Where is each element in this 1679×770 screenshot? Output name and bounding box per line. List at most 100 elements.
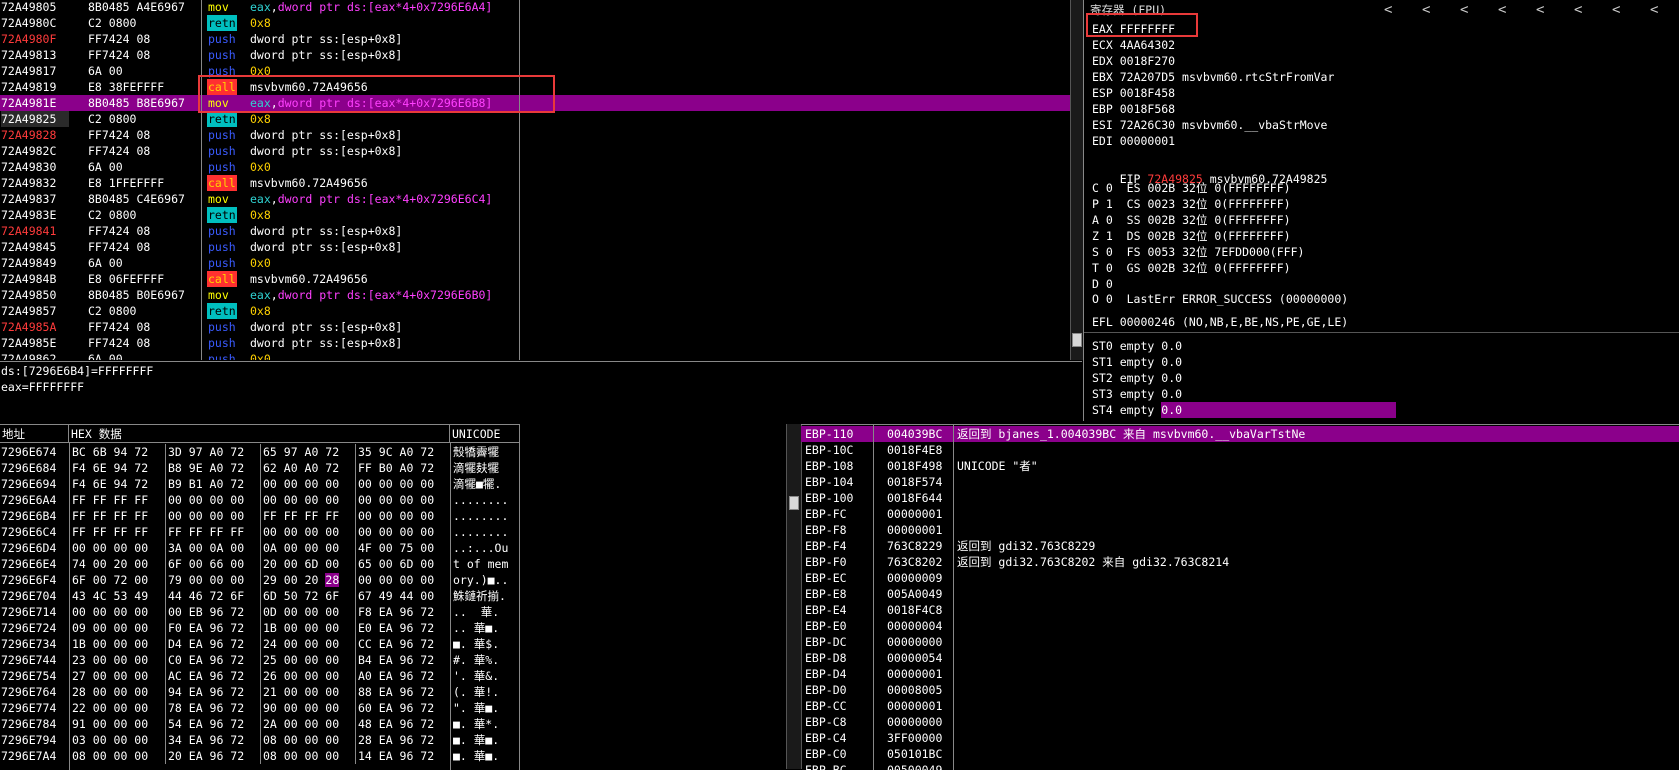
- disasm-row[interactable]: 72A49830 6A 00 push 0x0: [0, 159, 1070, 175]
- stack-row[interactable]: EBP-D4 00000001: [801, 666, 1679, 682]
- stack-row[interactable]: EBP-110 004039BC 返回到 bjanes_1.004039BC 来自 …: [801, 426, 1679, 442]
- dump-hex-group[interactable]: 00 00 00 00: [355, 572, 448, 588]
- stack-value[interactable]: 00000001: [887, 698, 951, 714]
- dump-hex-group-selected[interactable]: 29 00 20 28: [260, 572, 353, 588]
- stack-row[interactable]: EBP-C0 050101BC: [801, 746, 1679, 762]
- disasm-address[interactable]: 72A49813: [1, 47, 69, 63]
- stack-offset[interactable]: EBP-10C: [805, 442, 871, 458]
- dump-hex-group[interactable]: 28 00 00 00: [72, 684, 162, 700]
- stack-row[interactable]: EBP-DC 00000000: [801, 634, 1679, 650]
- dump-hex-group[interactable]: 27 00 00 00: [72, 668, 162, 684]
- dump-hex-group[interactable]: 23 00 00 00: [72, 652, 162, 668]
- flag-value[interactable]: 0: [1106, 261, 1113, 275]
- dump-hex-group[interactable]: 28 EA 96 72: [355, 732, 448, 748]
- disasm-row[interactable]: 72A49857 C2 0800 retn 0x8: [0, 303, 1070, 319]
- stack-value[interactable]: 00000004: [887, 618, 951, 634]
- dump-byte[interactable]: 29: [263, 573, 277, 587]
- stack-offset[interactable]: EBP-D4: [805, 666, 871, 682]
- disasm-row[interactable]: 72A49845 FF7424 08 push dword ptr ss:[esp+0…: [0, 239, 1070, 255]
- stack-offset[interactable]: EBP-E8: [805, 586, 871, 602]
- dump-byte[interactable]: 28: [325, 573, 340, 587]
- stack-value[interactable]: 763C8202: [887, 554, 951, 570]
- stack-row[interactable]: EBP-F4 763C8229 返回到 gdi32.763C8229: [801, 538, 1679, 554]
- stack-offset[interactable]: EBP-C4: [805, 730, 871, 746]
- disassembly-scrollbar[interactable]: [1070, 0, 1083, 360]
- stack-offset[interactable]: EBP-100: [805, 490, 871, 506]
- stack-value[interactable]: 0018F4E8: [887, 442, 951, 458]
- dump-address[interactable]: 7296E6A4: [1, 492, 68, 508]
- dump-hex-group[interactable]: 14 EA 96 72: [355, 748, 448, 764]
- stack-row[interactable]: EBP-D0 00008005: [801, 682, 1679, 698]
- dump-hex-group[interactable]: 65 00 6D 00: [355, 556, 448, 572]
- stack-offset[interactable]: EBP-E4: [805, 602, 871, 618]
- disasm-address[interactable]: 72A49837: [1, 191, 69, 207]
- disasm-address[interactable]: 72A49849: [1, 255, 69, 271]
- dump-hex-group[interactable]: 00 00 00 00: [72, 540, 162, 556]
- register-nav-arrow[interactable]: <: [1650, 2, 1658, 18]
- stack-row[interactable]: EBP-EC 00000009: [801, 570, 1679, 586]
- dump-row[interactable]: 7296E704 43 4C 53 49 44 46 72 6F 6D 50 72 6…: [0, 588, 520, 604]
- register-nav-arrow[interactable]: <: [1612, 2, 1620, 18]
- register-nav-arrow[interactable]: <: [1574, 2, 1582, 18]
- fpu-row[interactable]: ST0 empty 0.0: [1092, 338, 1182, 354]
- dump-hex-group[interactable]: 91 00 00 00: [72, 716, 162, 732]
- disasm-row[interactable]: 72A49817 6A 00 push 0x0: [0, 63, 1070, 79]
- dump-row[interactable]: 7296E6D4 00 00 00 00 3A 00 0A 00 0A 00 00 0…: [0, 540, 520, 556]
- dump-hex-group[interactable]: D4 EA 96 72: [165, 636, 258, 652]
- stack-offset[interactable]: EBP-110: [805, 426, 871, 442]
- dump-hex-group[interactable]: 08 00 00 00: [260, 748, 353, 764]
- stack-value[interactable]: 00000009: [887, 570, 951, 586]
- dump-hex-group[interactable]: 03 00 00 00: [72, 732, 162, 748]
- dump-hex-group[interactable]: 34 EA 96 72: [165, 732, 258, 748]
- register-nav-arrow[interactable]: <: [1422, 2, 1430, 18]
- stack-offset[interactable]: EBP-F4: [805, 538, 871, 554]
- dump-address[interactable]: 7296E694: [1, 476, 68, 492]
- dump-row[interactable]: 7296E744 23 00 00 00 C0 EA 96 72 25 00 00 0…: [0, 652, 520, 668]
- dump-hex-group[interactable]: B9 B1 A0 72: [165, 476, 258, 492]
- dump-row[interactable]: 7296E6F4 6F 00 72 00 79 00 00 00 29 00 20 2…: [0, 572, 520, 588]
- dump-address[interactable]: 7296E674: [1, 444, 68, 460]
- dump-address[interactable]: 7296E6F4: [1, 572, 68, 588]
- dump-hex-group[interactable]: 79 00 00 00: [165, 572, 258, 588]
- disasm-address[interactable]: 72A49845: [1, 239, 69, 255]
- register-value[interactable]: FFFFFFFF: [1120, 22, 1175, 36]
- dump-row[interactable]: 7296E734 1B 00 00 00 D4 EA 96 72 24 00 00 0…: [0, 636, 520, 652]
- stack-row[interactable]: EBP-E8 005A0049: [801, 586, 1679, 602]
- dump-address[interactable]: 7296E784: [1, 716, 68, 732]
- register-row[interactable]: EAX FFFFFFFF: [1092, 21, 1182, 37]
- register-value[interactable]: 0018F458: [1120, 86, 1175, 100]
- disasm-address[interactable]: 72A49832: [1, 175, 69, 191]
- stack-row[interactable]: EBP-E0 00000004: [801, 618, 1679, 634]
- dump-hex-group[interactable]: 90 00 00 00: [260, 700, 353, 716]
- disasm-row[interactable]: 72A4981E 8B0485 B8E6967 mov eax,dword ptr d…: [0, 95, 1070, 111]
- flag-row[interactable]: P 1 CS 0023 32位 0(FFFFFFFF): [1092, 196, 1291, 212]
- dump-hex-group[interactable]: 00 00 00 00: [260, 476, 353, 492]
- dump-hex-group[interactable]: 00 00 00 00: [355, 524, 448, 540]
- register-value[interactable]: 0018F270: [1120, 54, 1175, 68]
- register-nav-arrow[interactable]: <: [1460, 2, 1468, 18]
- stack-value[interactable]: 004039BC: [887, 426, 951, 442]
- disasm-row[interactable]: 72A49819 E8 38FEFFFF call msvbvm60.72A49656: [0, 79, 1070, 95]
- disasm-address[interactable]: 72A49857: [1, 303, 69, 319]
- disasm-row[interactable]: 72A49825 C2 0800 retn 0x8: [0, 111, 1070, 127]
- dump-hex-group[interactable]: 74 00 20 00: [72, 556, 162, 572]
- disasm-address[interactable]: 72A49828: [1, 127, 69, 143]
- disasm-row[interactable]: 72A49849 6A 00 push 0x0: [0, 255, 1070, 271]
- dump-hex-group[interactable]: FF FF FF FF: [165, 524, 258, 540]
- register-row[interactable]: ESP 0018F458: [1092, 85, 1182, 101]
- dump-row[interactable]: 7296E6A4 FF FF FF FF 00 00 00 00 00 00 00 0…: [0, 492, 520, 508]
- dump-hex-group[interactable]: 43 4C 53 49: [72, 588, 162, 604]
- dump-address[interactable]: 7296E6C4: [1, 524, 68, 540]
- dump-row[interactable]: 7296E714 00 00 00 00 00 EB 96 72 0D 00 00 0…: [0, 604, 520, 620]
- dump-address[interactable]: 7296E754: [1, 668, 68, 684]
- disasm-address[interactable]: 72A49841: [1, 223, 69, 239]
- register-value[interactable]: 00000001: [1120, 134, 1175, 148]
- stack-row[interactable]: EBP-F0 763C8202 返回到 gdi32.763C8202 来自 gdi3…: [801, 554, 1679, 570]
- flag-value[interactable]: 0: [1106, 277, 1113, 291]
- stack-value[interactable]: 00000000: [887, 634, 951, 650]
- dump-hex-group[interactable]: 6D 50 72 6F: [260, 588, 353, 604]
- dump-hex-group[interactable]: 6F 00 66 00: [165, 556, 258, 572]
- dump-hex-group[interactable]: FF FF FF FF: [72, 492, 162, 508]
- dump-address[interactable]: 7296E724: [1, 620, 68, 636]
- dump-hex-group[interactable]: 00 00 00 00: [355, 508, 448, 524]
